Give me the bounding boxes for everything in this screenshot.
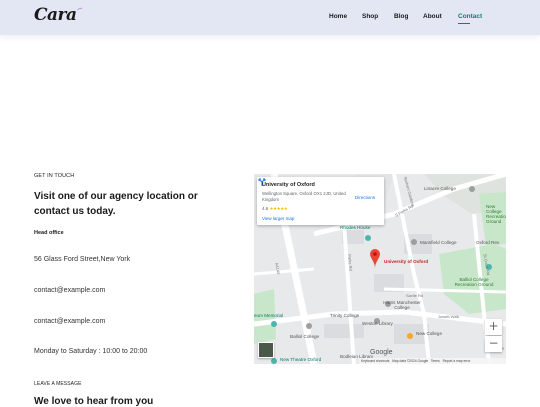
map-label-museum: eum Memorial (254, 313, 284, 318)
nav-contact[interactable]: Contact (458, 13, 482, 20)
message-heading: We love to hear from you (34, 396, 154, 407)
terms-link[interactable]: Terms (431, 359, 440, 363)
directions-icon[interactable] (257, 177, 267, 187)
map-label-rhodes: Rhodes House (340, 225, 371, 230)
nav-about[interactable]: About (423, 13, 442, 20)
brand-logo-text: Cara (34, 5, 77, 25)
office-address: 56 Glass Ford Street,New York (34, 256, 131, 263)
nav-active-underline (458, 23, 470, 24)
google-logo: Google (370, 349, 393, 356)
get-in-touch-label: GET IN TOUCH (34, 173, 75, 179)
logo-swoosh (76, 7, 83, 12)
nav-blog[interactable]: Blog (394, 13, 408, 20)
place-rating: 4.6 ★★★★★ (262, 206, 288, 212)
nav-home[interactable]: Home (329, 13, 347, 20)
map-label-new-college-rec: New College Recreation Ground (486, 204, 506, 224)
map-label-savile: Savile Rd (406, 293, 424, 298)
map-attribution: Keyboard shortcuts Map data ©2024 Google… (359, 358, 506, 364)
map-label-oxford-rev: Oxford Rev (476, 240, 500, 245)
map-label-balliol-rec: Balliol College Recreation Ground (454, 277, 494, 287)
report-error-link[interactable]: Report a map error (443, 359, 471, 363)
site-header: Cara Home Shop Blog About Contact (0, 0, 540, 35)
map-label-harris: Harris Manchester College (383, 300, 421, 310)
head-office-label: Head office (34, 230, 64, 236)
map-data-text: Map data ©2024 Google (392, 359, 429, 363)
map-label-balliol: Balliol College (290, 334, 320, 339)
place-title: University of Oxford (262, 182, 315, 188)
place-info-card: University of Oxford Wellington Square, … (257, 177, 384, 225)
view-larger-map-link[interactable]: View larger map (262, 216, 294, 221)
zoom-in-button[interactable]: + (485, 319, 502, 335)
map-label-weston: Weston Library (362, 321, 393, 326)
leave-message-label: LEAVE A MESSAGE (34, 381, 82, 387)
keyboard-shortcuts-link[interactable]: Keyboard shortcuts (361, 359, 389, 363)
contact-heading: Visit one of our agency location or cont… (34, 191, 198, 217)
map-label-linacre: Linacre College (424, 186, 456, 191)
brand-logo[interactable]: Cara (34, 5, 83, 25)
place-address: Wellington Square, Oxford OX1 2JD, Unite… (262, 191, 346, 202)
map-label-new-theatre: New Theatre Oxford (280, 357, 322, 362)
directions-link[interactable]: Directions (355, 195, 375, 200)
map-label-university: University of Oxford (384, 259, 429, 264)
map-label-mansfield: Mansfield College (420, 240, 457, 245)
contact-email-2[interactable]: contact@example.com (34, 318, 105, 325)
rating-stars-icon: ★★★★★ (269, 206, 288, 211)
map-label-trinity: Trinity College (330, 313, 360, 318)
satellite-toggle[interactable] (258, 342, 274, 358)
rating-value: 4.6 (262, 206, 269, 211)
nav-shop[interactable]: Shop (362, 13, 378, 20)
business-hours: Monday to Saturday : 10:00 to 20:00 (34, 348, 148, 355)
map-label-new-college: New College (416, 331, 443, 336)
map-label-jowett: Jowett Walk (438, 314, 460, 319)
contact-email-1[interactable]: contact@example.com (34, 287, 105, 294)
google-map[interactable]: Linacre College New College Recreation G… (254, 174, 506, 364)
zoom-out-button[interactable]: − (485, 336, 502, 352)
